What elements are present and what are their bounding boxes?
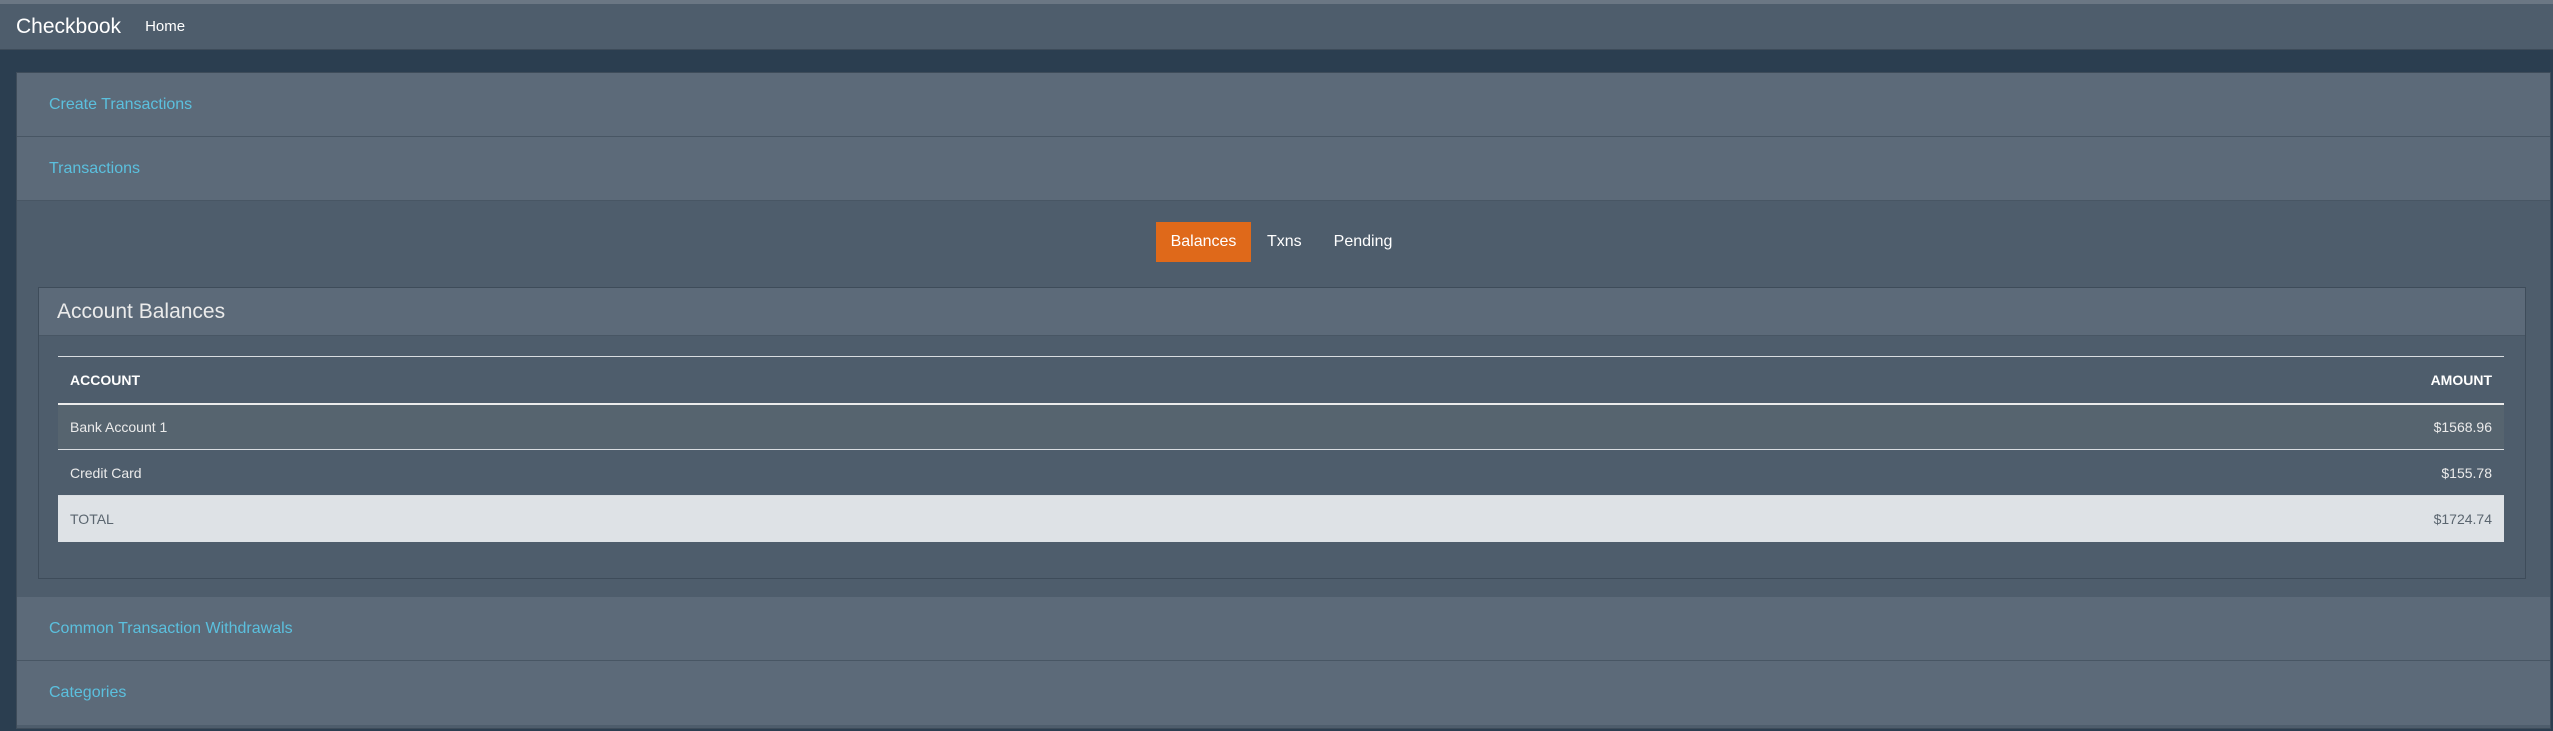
section-create-transactions[interactable]: Create Transactions: [17, 73, 2550, 137]
total-row: TOTAL $1724.74: [58, 495, 2504, 542]
account-balances-panel: Account Balances ACCOUNT AMOUNT Bank Acc…: [38, 287, 2526, 579]
total-amount: $1724.74: [1493, 495, 2504, 542]
brand-logo[interactable]: Checkbook: [0, 15, 121, 39]
total-label: TOTAL: [58, 495, 1494, 542]
account-amount: $1568.96: [1493, 403, 2504, 450]
navbar: Checkbook Home: [0, 4, 2553, 50]
tab-pending[interactable]: Pending: [1318, 222, 1409, 262]
tab-txns[interactable]: Txns: [1251, 222, 1318, 262]
transactions-panel-body: Balances Txns Pending Account Balances A…: [17, 201, 2550, 597]
balances-table: ACCOUNT AMOUNT Bank Account 1 $1568.96 C…: [58, 356, 2504, 542]
tab-balances[interactable]: Balances: [1156, 222, 1251, 262]
nav-link-home[interactable]: Home: [145, 18, 185, 35]
section-transactions[interactable]: Transactions: [17, 137, 2550, 201]
section-categories[interactable]: Categories: [17, 661, 2550, 725]
account-name: Credit Card: [58, 449, 1494, 496]
account-name: Bank Account 1: [58, 403, 1494, 450]
table-row: Credit Card $155.78: [58, 449, 2504, 496]
section-common-withdrawals[interactable]: Common Transaction Withdrawals: [17, 597, 2550, 661]
table-row: Bank Account 1 $1568.96: [58, 403, 2504, 450]
column-header-amount: AMOUNT: [1493, 356, 2504, 405]
accordion: Create Transactions Transactions Balance…: [16, 72, 2551, 729]
section-transactions-link[interactable]: Transactions: [49, 160, 140, 178]
table-header-row: ACCOUNT AMOUNT: [58, 356, 2504, 405]
tab-pills: Balances Txns Pending: [1156, 222, 1408, 262]
account-balances-heading: Account Balances: [39, 288, 2525, 336]
account-balances-title: Account Balances: [57, 299, 226, 323]
column-header-account: ACCOUNT: [58, 356, 1494, 405]
section-create-transactions-link[interactable]: Create Transactions: [49, 96, 192, 114]
section-categories-link[interactable]: Categories: [49, 684, 126, 702]
account-amount: $155.78: [1493, 449, 2504, 496]
section-common-withdrawals-link[interactable]: Common Transaction Withdrawals: [49, 620, 293, 638]
